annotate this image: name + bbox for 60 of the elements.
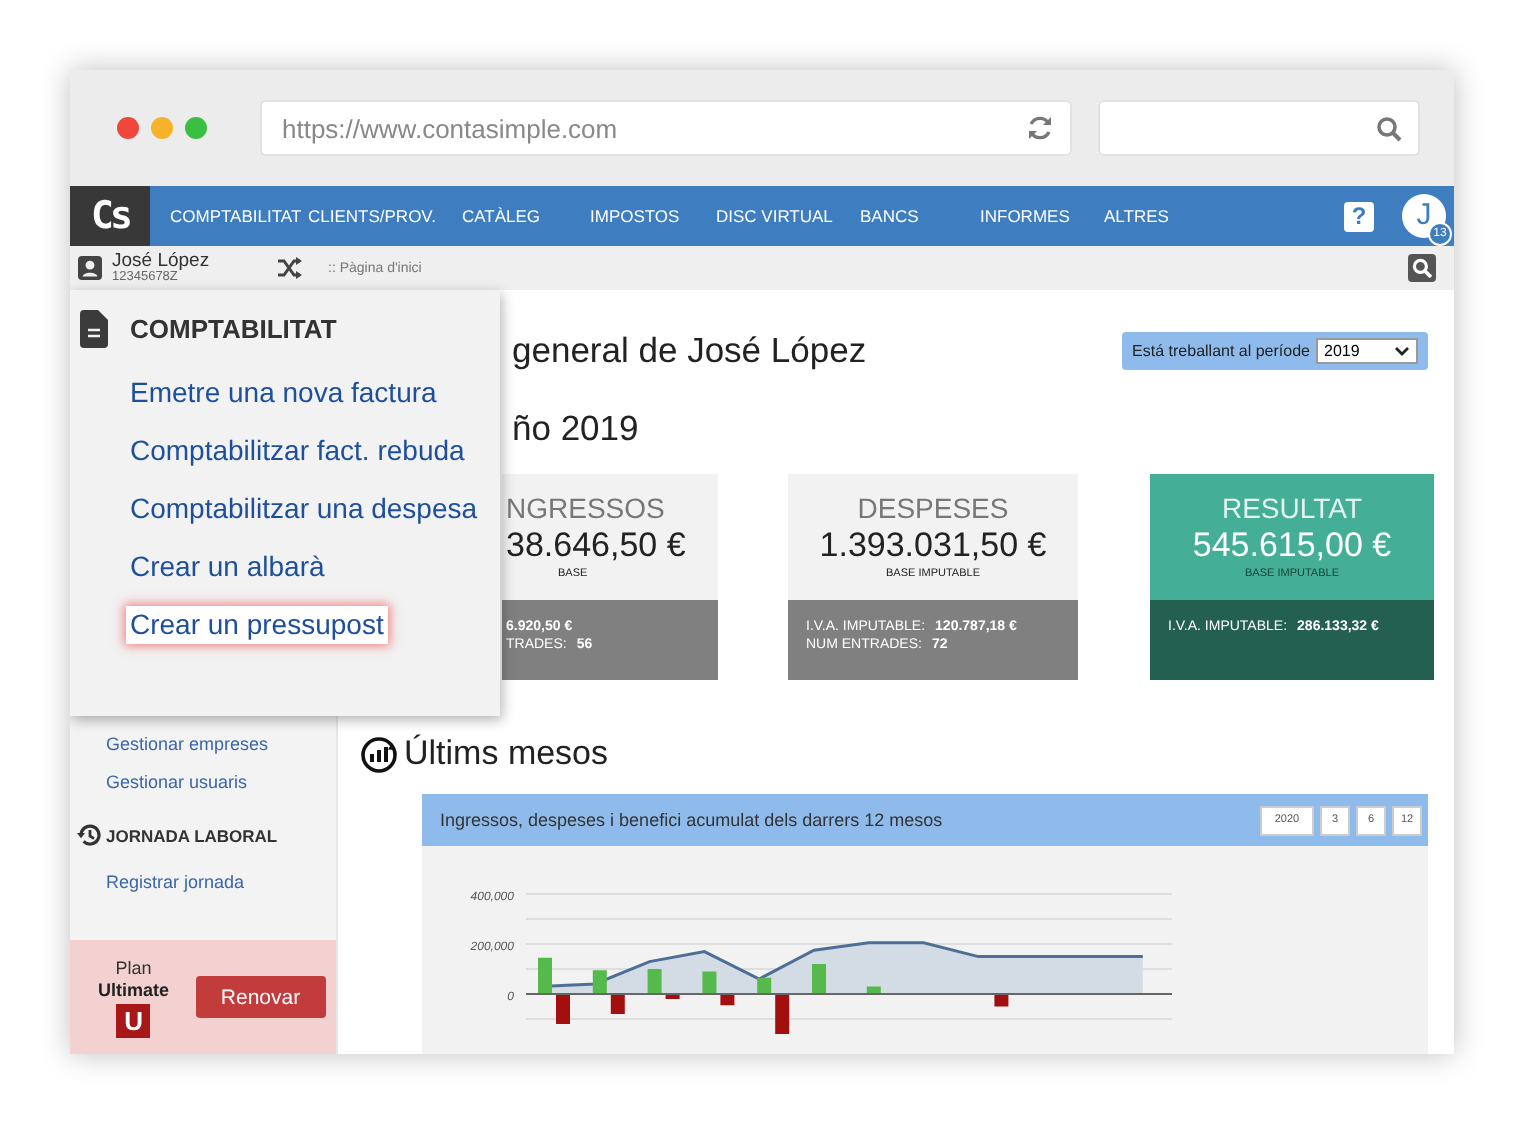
card-title: NGRESSOS bbox=[506, 492, 665, 524]
search-button[interactable] bbox=[1408, 254, 1436, 282]
section-heading: JORNADA LABORAL bbox=[106, 825, 278, 845]
address-bar[interactable]: https://www.contasimple.com bbox=[260, 100, 1072, 156]
nav-link[interactable]: DISC VIRTUAL bbox=[716, 206, 860, 226]
section-heading: Últims mesos bbox=[404, 734, 609, 774]
menu-title: COMPTABILITAT bbox=[130, 314, 337, 344]
menu-item[interactable]: Crear un pressupost bbox=[126, 606, 388, 644]
nav-link[interactable]: COMPTABILITAT bbox=[170, 206, 308, 226]
bar bbox=[592, 970, 607, 994]
card-amount: 545.615,00 € bbox=[1192, 524, 1392, 568]
menu-item[interactable]: Crear un albarà bbox=[130, 548, 490, 586]
menu-item[interactable]: Comptabilitzar fact. rebuda bbox=[130, 432, 490, 470]
sidebar-link[interactable]: Registrar jornada bbox=[106, 872, 336, 892]
search-field[interactable] bbox=[1098, 100, 1420, 156]
bar bbox=[812, 964, 826, 994]
renew-button[interactable]: Renovar bbox=[195, 976, 326, 1018]
bar bbox=[538, 957, 552, 994]
document-icon bbox=[80, 310, 108, 348]
history-icon bbox=[76, 822, 102, 848]
help-button[interactable]: ? bbox=[1344, 201, 1374, 231]
bar bbox=[775, 994, 790, 1034]
bar bbox=[720, 994, 735, 1006]
card-title: DESPESES bbox=[857, 492, 1009, 524]
nav-link[interactable]: IMPOSTOS bbox=[590, 206, 716, 226]
shuffle-icon[interactable] bbox=[276, 256, 302, 280]
bar bbox=[866, 986, 881, 994]
card-title: RESULTAT bbox=[1221, 492, 1362, 524]
bar bbox=[665, 994, 680, 999]
nav-link[interactable]: CATÀLEG bbox=[462, 206, 590, 226]
sidebar-link[interactable]: Gestionar usuaris bbox=[106, 772, 336, 792]
nav-link[interactable]: CLIENTS/PROV. bbox=[308, 206, 462, 226]
page-title: general de José López bbox=[512, 330, 867, 372]
user-name[interactable]: José López bbox=[112, 252, 276, 271]
sidebar-link[interactable]: Gestionar empreses bbox=[106, 734, 336, 754]
section-heading: ño 2019 bbox=[512, 408, 641, 450]
url-text: https://www.contasimple.com bbox=[282, 113, 618, 143]
chart-refresh-icon bbox=[360, 735, 398, 773]
card-amount: 38.646,50 € bbox=[506, 524, 686, 568]
bar bbox=[610, 994, 625, 1014]
logo[interactable]: Cs bbox=[70, 186, 150, 246]
menu-item[interactable]: Comptabilitzar una despesa bbox=[130, 490, 490, 528]
nav-link[interactable]: BANCS bbox=[860, 206, 980, 226]
card-amount: 1.393.031,50 € bbox=[819, 524, 1047, 568]
search-icon bbox=[1376, 115, 1402, 141]
window-buttons-icon bbox=[116, 116, 208, 140]
plan-label: Plan bbox=[115, 957, 152, 977]
reload-icon[interactable] bbox=[1026, 114, 1054, 142]
user-card-icon bbox=[78, 256, 102, 280]
panel-title: Ingressos, despeses i benefici acumulat dels darrers 12 mesos bbox=[440, 810, 943, 830]
plan-name: Ultimate bbox=[98, 979, 170, 999]
nav-link[interactable]: ALTRES bbox=[1104, 206, 1169, 226]
search-icon bbox=[1412, 258, 1432, 278]
chevron-down-icon bbox=[1394, 346, 1410, 356]
bar bbox=[556, 994, 570, 1024]
nav-link[interactable]: INFORMES bbox=[980, 206, 1104, 226]
plan-badge: U bbox=[116, 1003, 151, 1037]
menu-item[interactable]: Emetre una nova factura bbox=[130, 374, 490, 412]
period-select[interactable]: 2019 bbox=[1316, 338, 1418, 364]
period-label: Está treballant al període bbox=[1132, 342, 1310, 360]
